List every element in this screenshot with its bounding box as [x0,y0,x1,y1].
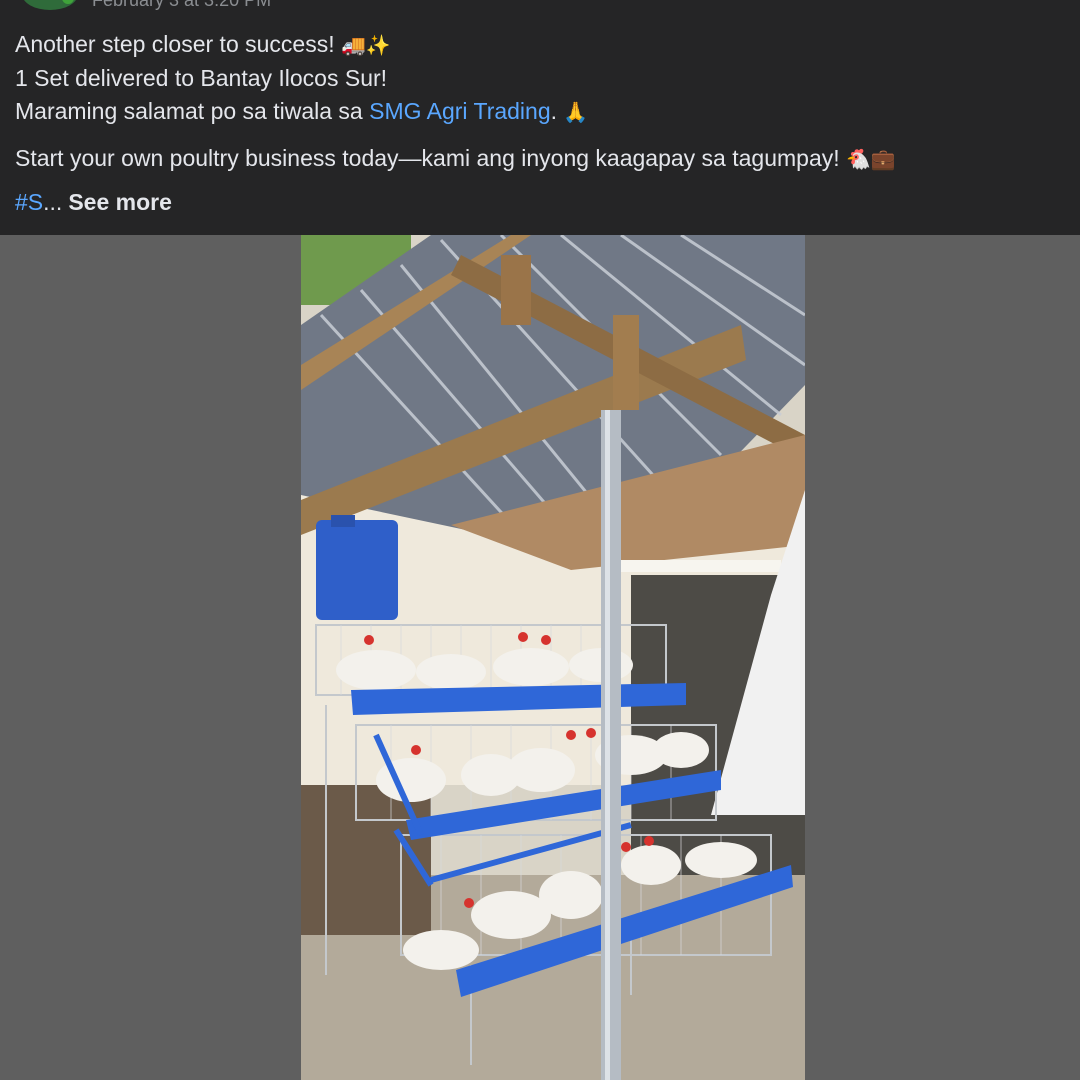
ellipsis: ... [43,189,63,215]
chicken-briefcase-emoji-icon: 🐔💼 [846,147,896,171]
post-line-3-after: . [550,98,564,124]
post-line-1: Another step closer to success! 🚚✨ [15,28,1065,62]
truck-sparkles-emoji-icon: 🚚✨ [341,33,391,57]
post-header: February 3 at 3:20 PM Another step close… [0,0,1080,235]
smg-agri-trading-link[interactable]: SMG Agri Trading [369,98,551,124]
post-line-3-before: Maraming salamat po sa tiwala sa [15,98,370,124]
praying-hands-emoji-icon: 🙏 [563,100,589,124]
post-line-1-text: Another step closer to success! [15,31,341,57]
chicken-cage-photo [301,235,805,1080]
post-more-row: #S... See more [15,186,1065,219]
post-line-4: Start your own poultry business today—ka… [15,142,1065,176]
see-more-button[interactable]: See more [68,189,172,215]
post-line-4-text: Start your own poultry business today—ka… [15,145,847,171]
post-text: Another step closer to success! 🚚✨ 1 Set… [15,28,1065,219]
hashtag-link[interactable]: #S [15,189,43,215]
post-photo[interactable] [301,235,805,1080]
post-timestamp[interactable]: February 3 at 3:20 PM [92,0,271,11]
post-line-3: Maraming salamat po sa tiwala sa SMG Agr… [15,95,1065,129]
page-avatar[interactable] [22,0,78,10]
post-line-2: 1 Set delivered to Bantay Ilocos Sur! [15,65,388,91]
